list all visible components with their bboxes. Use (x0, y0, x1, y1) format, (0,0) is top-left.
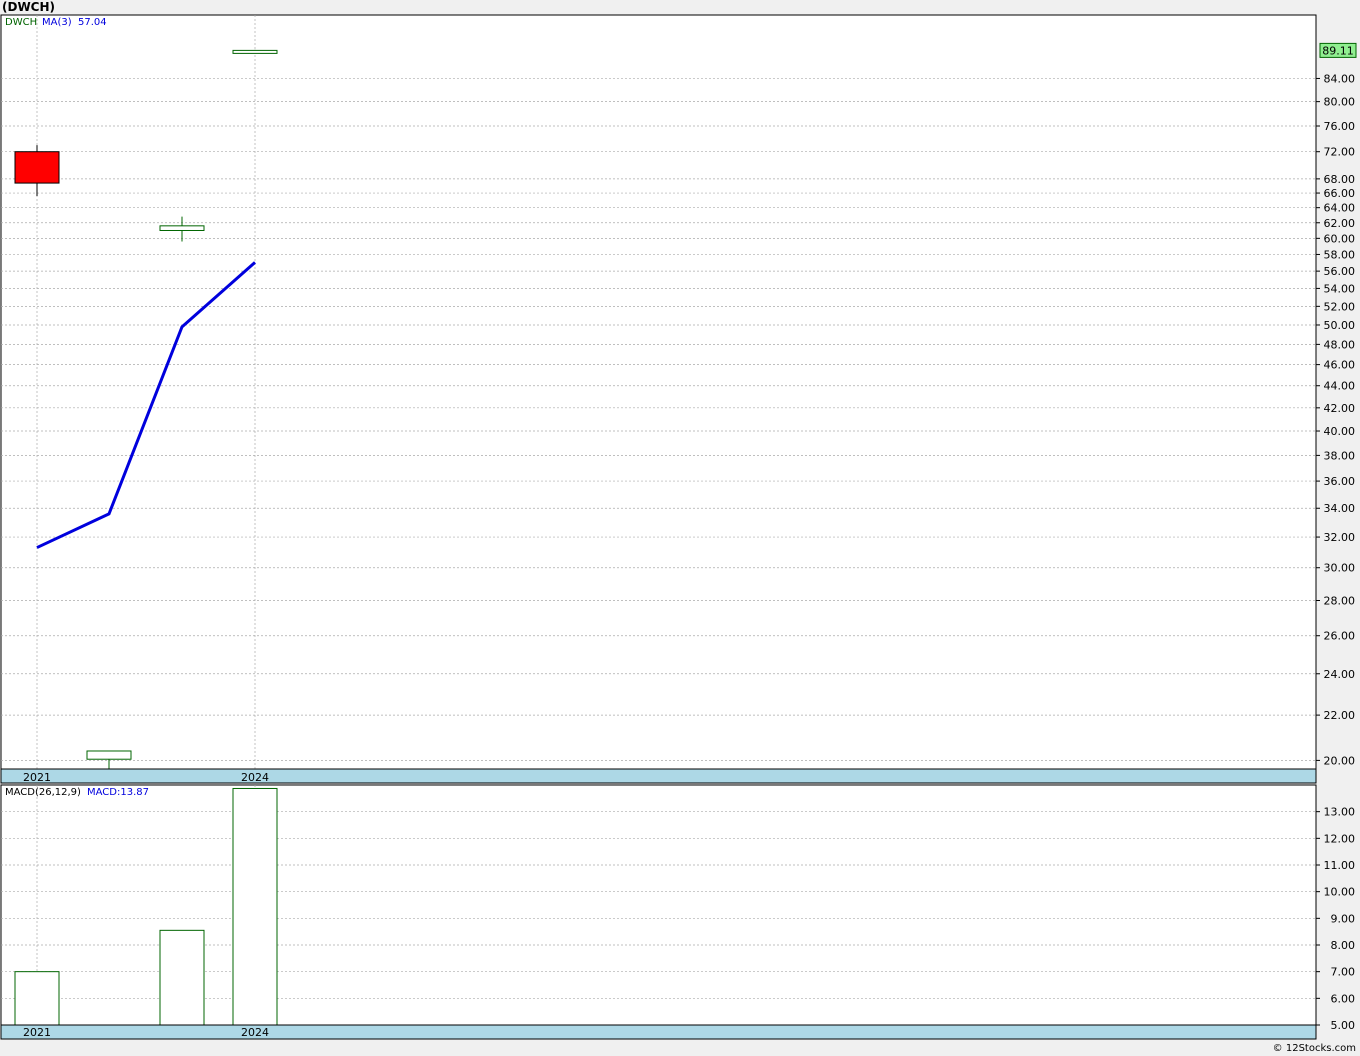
price-time-bar (0, 768, 1317, 784)
price-tick-label: 20.00 (1324, 754, 1356, 767)
time-label: 2024 (241, 771, 269, 784)
price-tick-label: 56.00 (1324, 265, 1356, 278)
price-tick-label: 68.00 (1324, 173, 1356, 186)
macd-tick-label: 7.00 (1331, 966, 1356, 979)
candle-body (86, 750, 132, 760)
macd-tick-label: 10.00 (1324, 886, 1356, 899)
time-label: 2021 (23, 771, 51, 784)
macd-bar (232, 787, 278, 1026)
chart-stage: (DWCH) 20.00 22.00 24.00 26.00 28.00 30.00 32.… (0, 0, 1360, 1056)
price-tick-label: 30.00 (1324, 562, 1356, 575)
price-tick-label: 24.00 (1324, 668, 1356, 681)
macd-tick-label: 8.00 (1331, 939, 1356, 952)
price-tick-label: 52.00 (1324, 300, 1356, 313)
price-tick-label: 48.00 (1324, 338, 1356, 351)
price-tick-label: 58.00 (1324, 248, 1356, 261)
symbol-label: DWCH (5, 17, 37, 28)
price-tick-label: 38.00 (1324, 449, 1356, 462)
candle-body (159, 225, 205, 231)
price-tick-label: 64.00 (1324, 202, 1356, 215)
macd-tick-label: 13.00 (1324, 806, 1356, 819)
macd-tick-label: 6.00 (1331, 992, 1356, 1005)
price-tick-label: 72.00 (1324, 146, 1356, 159)
macd-bar (14, 971, 60, 1026)
price-tick-label: 80.00 (1324, 96, 1356, 109)
stock-chart: 20.00 22.00 24.00 26.00 28.00 30.00 32.00 34.00… (0, 14, 1357, 1040)
price-tick-label: 76.00 (1324, 120, 1356, 133)
macd-tick-label: 5.00 (1331, 1019, 1356, 1032)
price-tick-label: 50.00 (1324, 319, 1356, 332)
candle-body (14, 151, 60, 184)
price-tick-label: 36.00 (1324, 475, 1356, 488)
macd-tick-label: 12.00 (1324, 832, 1356, 845)
macd-tick-label: 11.00 (1324, 859, 1356, 872)
price-tick-label: 42.00 (1324, 402, 1356, 415)
price-tick-label: 54.00 (1324, 282, 1356, 295)
macd-tick-label: 9.00 (1331, 912, 1356, 925)
price-tick-label: 40.00 (1324, 425, 1356, 438)
price-tick-label: 60.00 (1324, 232, 1356, 245)
price-tick-label: 28.00 (1324, 595, 1356, 608)
last-price-value: 89.11 (1322, 44, 1354, 57)
price-tick-label: 84.00 (1324, 72, 1356, 85)
price-tick-label: 34.00 (1324, 502, 1356, 515)
price-tick-label: 44.00 (1324, 380, 1356, 393)
price-tick-label: 66.00 (1324, 187, 1356, 200)
ma-label: MA(3) (42, 17, 72, 28)
copyright-text: © 12Stocks.com (1272, 1043, 1356, 1054)
price-tick-label: 26.00 (1324, 630, 1356, 643)
ma-value: 57.04 (78, 17, 107, 28)
macd-time-bar (0, 1024, 1317, 1040)
candle-body (232, 49, 278, 54)
macd-label: MACD(26,12,9) (5, 787, 81, 798)
price-tick-label: 22.00 (1324, 709, 1356, 722)
price-tick-label: 46.00 (1324, 359, 1356, 372)
time-label: 2024 (241, 1026, 269, 1039)
price-panel-frame (0, 14, 1317, 771)
macd-bar (159, 929, 205, 1026)
price-tick-label: 32.00 (1324, 531, 1356, 544)
price-tick-label: 62.00 (1324, 217, 1356, 230)
time-label: 2021 (23, 1026, 51, 1039)
macd-value-label: MACD:13.87 (87, 787, 149, 798)
